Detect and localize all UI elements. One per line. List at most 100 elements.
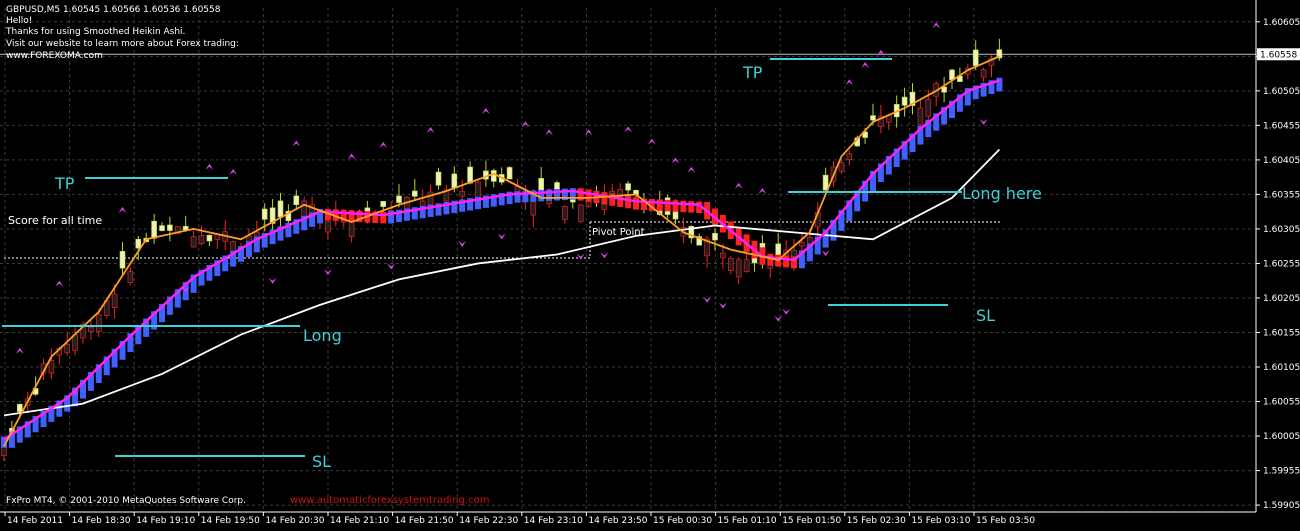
tp-left-label: TP	[54, 174, 75, 193]
candle-body	[727, 257, 734, 271]
ha-bar	[672, 200, 679, 212]
candle-body	[198, 235, 205, 244]
y-tick-label: 1.60605	[1263, 18, 1300, 28]
y-tick-label: 1.60305	[1263, 225, 1300, 235]
ha-bar	[767, 253, 774, 266]
candle-body	[167, 224, 173, 231]
info-line-1: Hello!	[6, 16, 33, 26]
candle-body	[846, 153, 853, 160]
candle-body	[277, 200, 284, 218]
x-tick-label: 15 Feb 03:50	[976, 516, 1035, 526]
candle-body	[490, 170, 497, 182]
x-tick-label: 14 Feb 21:50	[395, 516, 454, 526]
candle-body	[396, 195, 402, 203]
y-tick-label: 1.60005	[1263, 432, 1300, 442]
sl-right-label: SL	[976, 306, 995, 325]
x-tick-label: 14 Feb 19:10	[136, 516, 195, 526]
candle-body	[720, 252, 726, 259]
candle-body	[475, 181, 481, 199]
candle-body	[380, 201, 387, 207]
y-tick-label: 1.60255	[1263, 259, 1300, 269]
ha-bar	[783, 255, 790, 268]
candle-body	[530, 199, 537, 216]
candle-body	[562, 205, 568, 220]
x-tick-label: 14 Feb 22:30	[459, 516, 518, 526]
x-tick-label: 14 Feb 21:10	[330, 516, 389, 526]
candle-body	[64, 343, 70, 353]
y-tick-label: 1.60155	[1263, 328, 1300, 338]
candle-body	[917, 107, 924, 126]
candle-body	[261, 208, 268, 220]
x-tick-label: 15 Feb 01:10	[718, 516, 777, 526]
ha-bar	[585, 189, 592, 202]
candle-body	[119, 251, 126, 269]
candle-body	[16, 403, 23, 412]
price-chart: TPLongSLTPLong hereSL 1.606051.605551.60…	[0, 0, 1300, 527]
ha-bar	[688, 201, 695, 213]
candle-body	[435, 171, 442, 186]
ha-bar	[348, 210, 355, 222]
x-tick-label: 14 Feb 23:50	[588, 516, 647, 526]
candle-body	[506, 167, 513, 180]
tp-right-label: TP	[742, 63, 763, 82]
ha-bar	[625, 195, 632, 209]
sl-left-label: SL	[312, 452, 331, 471]
x-tick-label: 14 Feb 2011	[7, 516, 63, 526]
x-tick-label: 14 Feb 20:30	[265, 516, 324, 526]
candle-body	[190, 236, 197, 248]
candle-body	[735, 259, 742, 278]
current-price-label: 1.60558	[1260, 50, 1297, 60]
candle-body	[838, 162, 845, 172]
symbol-header: GBPUSD,M5 1.60545 1.60566 1.60536 1.6055…	[6, 5, 221, 15]
x-tick-label: 15 Feb 02:30	[847, 516, 906, 526]
candle-body	[135, 238, 142, 249]
candle-body	[96, 314, 102, 332]
candle-body	[88, 326, 94, 333]
y-tick-label: 1.60205	[1263, 294, 1300, 304]
candle-body	[775, 243, 782, 256]
y-tick-label: 1.60355	[1263, 190, 1300, 200]
candle-body	[980, 69, 987, 78]
candle-body	[301, 200, 308, 217]
candle-body	[293, 195, 300, 206]
x-tick-label: 14 Feb 19:50	[201, 516, 260, 526]
info-line-4: www.FOREXOMA.com	[6, 51, 103, 61]
candle-body	[206, 234, 213, 242]
candle-body	[459, 191, 466, 197]
candle-body	[925, 98, 932, 117]
x-tick-label: 15 Feb 00:30	[653, 516, 712, 526]
y-tick-label: 1.59905	[1263, 501, 1300, 511]
candle-body	[577, 204, 584, 222]
candle-body	[325, 221, 331, 233]
ha-bar	[656, 199, 663, 211]
long-left-label: Long	[303, 326, 342, 345]
x-tick-label: 14 Feb 18:30	[72, 516, 131, 526]
ha-bar	[680, 200, 687, 213]
candle-body	[451, 173, 458, 188]
candle-body	[625, 183, 631, 191]
y-tick-label: 1.59955	[1263, 467, 1300, 477]
chart: TPLongSLTPLong hereSL 1.606051.605551.60…	[0, 0, 1300, 527]
candle-body	[712, 232, 718, 241]
x-tick-label: 15 Feb 03:10	[911, 516, 970, 526]
candle-body	[127, 271, 134, 284]
candle-body	[554, 182, 560, 191]
x-tick-label: 14 Feb 23:10	[524, 516, 583, 526]
info-line-2: Thanks for using Smoothed Heikin Ashi.	[6, 27, 186, 37]
candle-body	[151, 220, 157, 239]
ha-bar	[633, 197, 639, 210]
candle-body	[48, 360, 55, 374]
y-tick-label: 1.60455	[1263, 121, 1300, 131]
candle-body	[743, 259, 750, 272]
candle-body	[901, 96, 908, 106]
candle-body	[799, 242, 805, 247]
ha-bar	[996, 77, 1003, 92]
score-label: Score for all time	[8, 214, 102, 227]
x-tick-label: 15 Feb 01:50	[782, 516, 841, 526]
candle-body	[159, 225, 165, 232]
y-tick-label: 1.60055	[1263, 398, 1300, 408]
y-tick-label: 1.60105	[1263, 363, 1300, 373]
footer-copyright: FxPro MT4, © 2001-2010 MetaQuotes Softwa…	[6, 496, 246, 506]
footer-watermark: www.automaticforexsystemtrading.com	[290, 495, 489, 506]
ha-bar	[664, 199, 671, 212]
